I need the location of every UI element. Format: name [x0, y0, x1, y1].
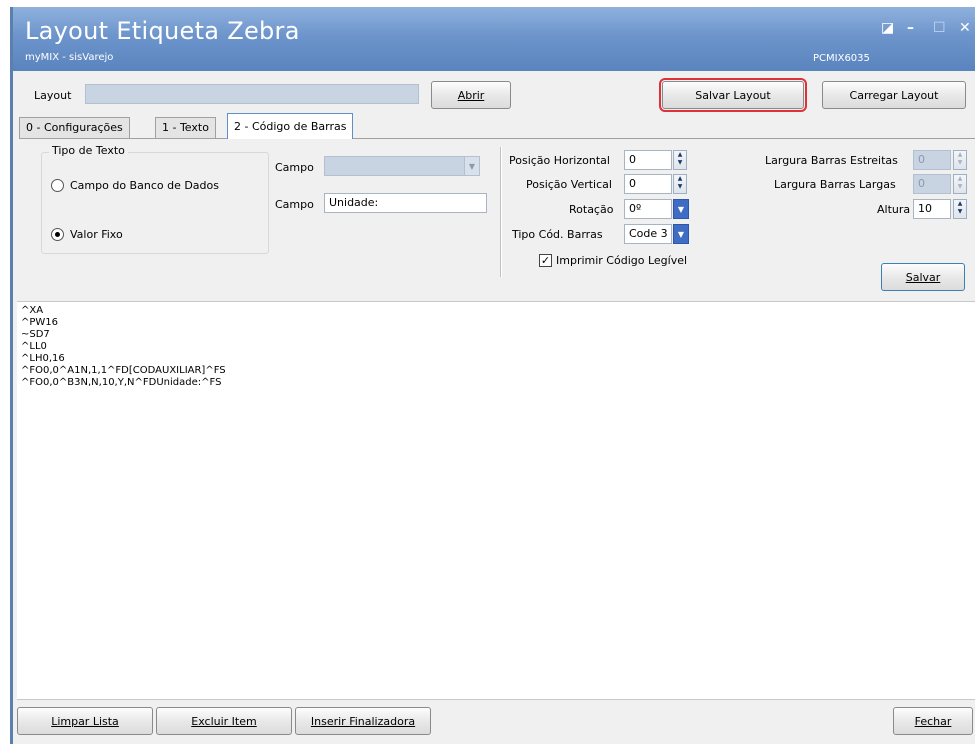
altura-input[interactable]: 10: [913, 199, 951, 219]
tipo-cod-barras-label: Tipo Cód. Barras: [512, 228, 603, 241]
inserir-finalizadora-label: Inserir Finalizadora: [310, 714, 416, 728]
limpar-lista-button[interactable]: Limpar Lista: [17, 707, 153, 735]
radio-valor-fixo[interactable]: [51, 228, 64, 241]
posicao-vertical-spinner[interactable]: ▲ ▼: [673, 174, 687, 194]
excluir-item-label: Excluir Item: [191, 714, 257, 728]
imprimir-codigo-checkbox[interactable]: ✓: [539, 254, 552, 267]
tab-codigo-barras-label: 2 - Código de Barras: [234, 120, 347, 133]
code-line: ^XA: [21, 305, 44, 316]
screen-code: PCMIX6035: [813, 53, 870, 64]
panel-separator: [500, 147, 502, 277]
salvar-layout-button-label: Salvar Layout: [695, 88, 771, 102]
largura-largas-label: Largura Barras Largas: [774, 178, 896, 191]
radio-valor-fixo-label: Valor Fixo: [70, 228, 123, 241]
window-subtitle: myMIX - sisVarejo: [25, 52, 114, 63]
code-line: ^FO0,0^B3N,N,10,Y,N^FDUnidade:^FS: [21, 377, 222, 388]
radio-campo-banco-label: Campo do Banco de Dados: [70, 179, 219, 192]
layout-label: Layout: [34, 89, 72, 102]
maximize-icon[interactable]: ☐: [933, 20, 946, 36]
layout-input[interactable]: [85, 84, 419, 104]
close-icon[interactable]: ✕: [959, 20, 971, 36]
main-window: Layout Etiqueta Zebra myMIX - sisVarejo …: [10, 7, 975, 744]
code-line: ^FO0,0^A1N,1,1^FD[CODAUXILIAR]^FS: [21, 365, 226, 376]
code-line: ^PW16: [21, 317, 59, 328]
title-bar: Layout Etiqueta Zebra myMIX - sisVarejo …: [13, 7, 975, 71]
tipo-cod-barras-select[interactable]: Code 3: [624, 224, 672, 244]
excluir-item-button[interactable]: Excluir Item: [156, 707, 292, 735]
largura-estreitas-input[interactable]: 0: [913, 150, 951, 170]
posicao-vertical-input[interactable]: 0: [624, 174, 672, 194]
chevron-down-icon[interactable]: ▼: [464, 156, 480, 176]
abrir-button-label: Abrir: [457, 88, 485, 102]
carregar-layout-button[interactable]: Carregar Layout: [822, 81, 966, 109]
restore-icon[interactable]: ◪: [881, 20, 894, 36]
largura-largas-spinner[interactable]: ▲ ▼: [953, 174, 967, 194]
limpar-lista-label: Limpar Lista: [51, 714, 119, 728]
code-line: ^LH0,16: [21, 353, 65, 364]
zpl-code-textarea[interactable]: ^XA ^PW16 ~SD7 ^LL0 ^LH0,16 ^FO0,0^A1N,1…: [17, 301, 975, 700]
salvar-button[interactable]: Salvar: [881, 263, 965, 291]
campo-input[interactable]: Unidade:: [324, 193, 487, 213]
salvar-button-label: Salvar: [905, 270, 941, 284]
fechar-button[interactable]: Fechar: [893, 707, 973, 735]
chevron-down-icon[interactable]: ▼: [673, 199, 689, 219]
fechar-label: Fechar: [914, 714, 952, 728]
posicao-horizontal-input[interactable]: 0: [624, 150, 672, 170]
carregar-layout-button-label: Carregar Layout: [849, 88, 939, 102]
posicao-vertical-label: Posição Vertical: [526, 178, 612, 191]
rotacao-select[interactable]: 0º: [624, 199, 672, 219]
campo-select[interactable]: [324, 156, 478, 176]
chevron-down-icon[interactable]: ▼: [673, 224, 689, 244]
salvar-layout-button[interactable]: Salvar Layout: [659, 78, 807, 112]
largura-largas-input[interactable]: 0: [913, 174, 951, 194]
altura-label: Altura: [877, 203, 911, 216]
tab-configuracoes[interactable]: 0 - Configurações: [19, 117, 130, 138]
tab-configuracoes-label: 0 - Configurações: [26, 121, 123, 134]
window-title: Layout Etiqueta Zebra: [25, 17, 300, 45]
tab-texto-label: 1 - Texto: [162, 121, 209, 134]
campo-input-label: Campo: [275, 198, 314, 211]
inserir-finalizadora-button[interactable]: Inserir Finalizadora: [295, 707, 431, 735]
tab-codigo-barras[interactable]: 2 - Código de Barras: [227, 113, 354, 139]
imprimir-codigo-label: Imprimir Código Legível: [556, 254, 688, 267]
radio-campo-banco[interactable]: [51, 179, 64, 192]
tab-texto[interactable]: 1 - Texto: [155, 117, 216, 138]
posicao-horizontal-label: Posição Horizontal: [509, 154, 610, 167]
minimize-icon[interactable]: –: [907, 20, 914, 36]
campo-select-label: Campo: [275, 161, 314, 174]
abrir-button[interactable]: Abrir: [431, 81, 511, 109]
altura-spinner[interactable]: ▲ ▼: [953, 199, 967, 219]
code-line: ~SD7: [21, 329, 50, 340]
largura-estreitas-spinner[interactable]: ▲ ▼: [953, 150, 967, 170]
rotacao-label: Rotação: [569, 203, 614, 216]
posicao-horizontal-spinner[interactable]: ▲ ▼: [673, 150, 687, 170]
code-line: ^LL0: [21, 341, 47, 352]
largura-estreitas-label: Largura Barras Estreitas: [765, 154, 898, 167]
tipo-texto-title: Tipo de Texto: [49, 144, 128, 157]
